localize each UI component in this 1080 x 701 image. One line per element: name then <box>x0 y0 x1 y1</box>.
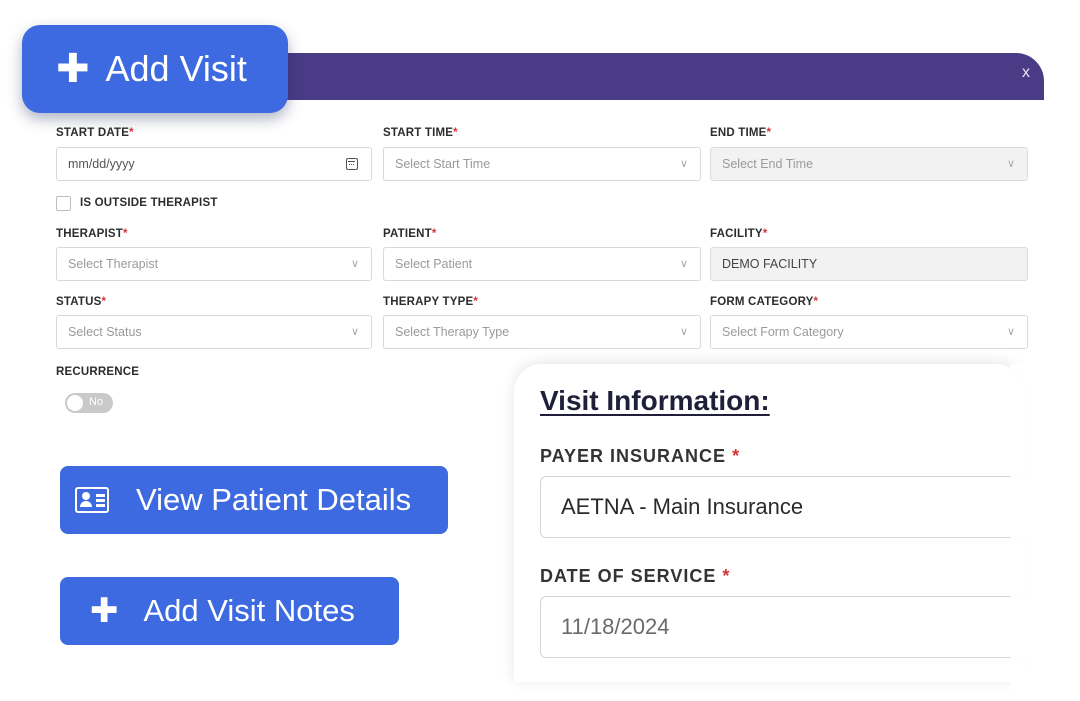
chevron-down-icon: ∨ <box>679 258 688 270</box>
calendar-icon[interactable] <box>346 158 358 170</box>
plus-icon: ✚ <box>56 47 90 91</box>
recurrence-label: RECURRENCE <box>56 366 140 378</box>
chevron-down-icon: ∨ <box>1006 158 1015 170</box>
toggle-knob <box>67 395 83 411</box>
therapist-placeholder: Select Therapist <box>68 257 159 271</box>
end-time-label: END TIME* <box>710 127 772 139</box>
therapy-type-select[interactable]: Select Therapy Type ∨ <box>383 315 701 349</box>
therapist-select[interactable]: Select Therapist ∨ <box>56 247 372 281</box>
start-date-label: START DATE* <box>56 127 134 139</box>
patient-placeholder: Select Patient <box>395 257 473 271</box>
start-time-select[interactable]: Select Start Time ∨ <box>383 147 701 181</box>
facility-label: FACILITY* <box>710 228 768 240</box>
chevron-down-icon: ∨ <box>679 326 688 338</box>
card-fade-overlay <box>1010 364 1080 701</box>
date-of-service-field[interactable]: 11/18/2024 <box>540 596 1040 658</box>
add-visit-label: Add Visit <box>105 48 247 89</box>
view-patient-details-button[interactable]: View Patient Details <box>60 466 448 534</box>
recurrence-toggle[interactable]: No <box>65 393 113 413</box>
form-category-placeholder: Select Form Category <box>722 325 844 339</box>
modal-header: x <box>200 53 1044 100</box>
status-label: STATUS* <box>56 296 107 308</box>
facility-value: DEMO FACILITY <box>722 257 818 271</box>
chevron-down-icon: ∨ <box>679 158 688 170</box>
chevron-down-icon: ∨ <box>1006 326 1015 338</box>
start-time-label: START TIME* <box>383 127 458 139</box>
add-visit-notes-button[interactable]: ✚ Add Visit Notes <box>60 577 399 645</box>
payer-insurance-label: PAYER INSURANCE * <box>540 446 741 466</box>
form-category-select[interactable]: Select Form Category ∨ <box>710 315 1028 349</box>
therapy-type-label: THERAPY TYPE* <box>383 296 479 308</box>
add-visit-notes-label: Add Visit Notes <box>143 593 355 628</box>
start-date-input[interactable]: mm/dd/yyyy <box>56 147 372 181</box>
start-time-placeholder: Select Start Time <box>395 157 491 171</box>
therapy-type-placeholder: Select Therapy Type <box>395 325 510 339</box>
status-placeholder: Select Status <box>68 325 142 339</box>
view-patient-details-label: View Patient Details <box>136 482 412 517</box>
outside-therapist-checkbox[interactable] <box>56 196 71 211</box>
end-time-placeholder: Select End Time <box>722 157 814 171</box>
payer-insurance-field[interactable]: AETNA - Main Insurance <box>540 476 1040 538</box>
id-card-icon <box>75 487 109 513</box>
patient-select[interactable]: Select Patient ∨ <box>383 247 701 281</box>
payer-insurance-value: AETNA - Main Insurance <box>561 494 804 519</box>
end-time-select: Select End Time ∨ <box>710 147 1028 181</box>
form-category-label: FORM CATEGORY* <box>710 296 819 308</box>
visit-information-title: Visit Information: <box>540 385 770 416</box>
toggle-state-text: No <box>89 396 104 408</box>
patient-label: PATIENT* <box>383 228 437 240</box>
chevron-down-icon: ∨ <box>350 258 359 270</box>
add-visit-button[interactable]: ✚ Add Visit <box>22 25 288 113</box>
date-of-service-value: 11/18/2024 <box>561 614 670 639</box>
start-date-placeholder: mm/dd/yyyy <box>68 157 135 171</box>
chevron-down-icon: ∨ <box>350 326 359 338</box>
close-icon[interactable]: x <box>1022 65 1030 81</box>
therapist-label: THERAPIST* <box>56 228 128 240</box>
status-select[interactable]: Select Status ∨ <box>56 315 372 349</box>
plus-icon: ✚ <box>90 592 119 630</box>
date-of-service-label: DATE OF SERVICE * <box>540 566 731 586</box>
facility-field: DEMO FACILITY <box>710 247 1028 281</box>
outside-therapist-label: IS OUTSIDE THERAPIST <box>80 197 218 209</box>
